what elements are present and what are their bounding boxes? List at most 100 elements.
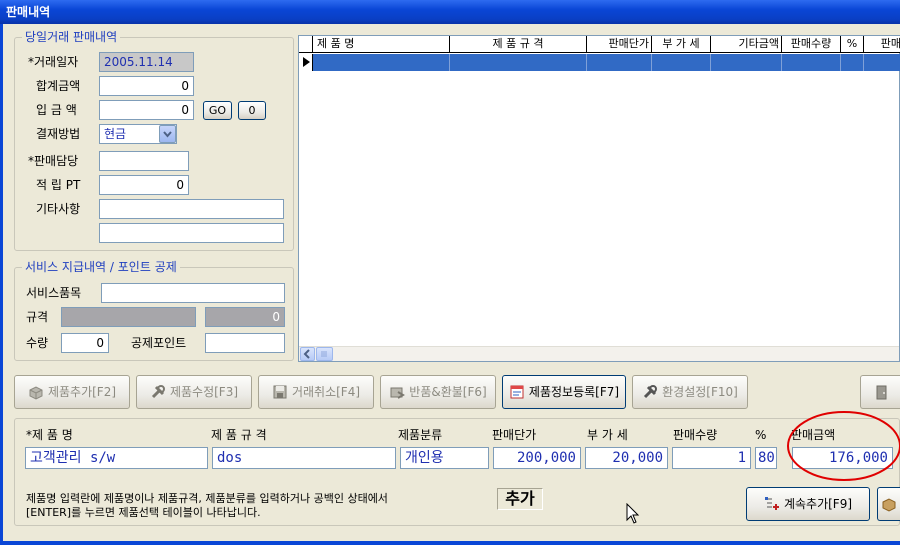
tools-icon [151,385,165,399]
today-sales-legend: 당일거래 판매내역 [22,30,121,44]
entry-help-line-2: [ENTER]를 누르면 제품선택 테이블이 나타납니다. [26,506,261,519]
list-add-icon [764,497,779,510]
exit-button[interactable] [860,375,900,409]
row-cell[interactable] [782,54,841,71]
add-product-button[interactable]: 제품추가[F2] [14,375,130,409]
highlight-ellipse [787,411,900,481]
window-title: 판매내역 [6,5,51,19]
entry-product-spec-input[interactable]: dos [212,447,396,469]
entry-header-vat: 부 가 세 [587,428,628,442]
entry-qty-input[interactable]: 1 [672,447,751,469]
box-add-icon [29,386,43,400]
notes-field-2[interactable] [99,223,284,243]
deduct-points-label: 공제포인트 [131,336,187,350]
window-title-bar: 판매내역 [0,0,900,24]
scroll-left-button[interactable] [300,347,315,361]
product-register-label: 제품정보등록[F7] [528,385,620,399]
row-cell[interactable] [587,54,652,71]
entry-header-spec: 제 품 규 격 [211,428,267,442]
col-other-amount[interactable]: 기타금액 [711,36,782,53]
scroll-thumb[interactable] [316,347,333,361]
service-spec-field [61,307,196,327]
cancel-deal-label: 거래취소[F4] [291,385,361,399]
entry-price-input[interactable]: 200,000 [493,447,581,469]
current-row-arrow-icon [303,57,310,67]
service-item-label: 서비스품목 [26,286,82,300]
product-register-button[interactable]: 제품정보등록[F7] [502,375,626,409]
service-qty-label: 수량 [26,336,49,350]
table-row[interactable] [299,54,900,71]
continue-add-label: 계속추가[F9] [783,497,853,511]
entry-category-input[interactable]: 개인용 [400,447,489,469]
service-spec-label: 규격 [26,310,49,324]
grid-corner [299,36,313,53]
disk-icon [273,385,287,399]
deposit-field[interactable]: 0 [99,100,194,120]
row-cell[interactable] [313,54,450,71]
cancel-deal-button[interactable]: 거래취소[F4] [258,375,374,409]
entry-product-name-input[interactable]: 고객관리 s/w [25,447,208,469]
notes-field-1[interactable] [99,199,284,219]
window-left-border [0,24,3,545]
entry-vat-input[interactable]: 20,000 [585,447,668,469]
entry-mode-label: 추가 [497,488,543,510]
service-item-field[interactable] [101,283,285,303]
sales-grid[interactable]: 제 품 명 제 품 규 격 판매단가 부 가 세 기타금액 판매수량 % 판매 [298,35,900,362]
col-product-spec[interactable]: 제 품 규 격 [450,36,587,53]
partial-box-button[interactable] [877,487,900,521]
grip-icon [321,351,327,357]
date-label: *거래일자 [28,55,79,69]
horizontal-scrollbar[interactable] [299,346,899,361]
deduct-points-field[interactable] [205,333,285,353]
edit-product-button[interactable]: 제품수정[F3] [136,375,252,409]
col-price[interactable]: 판매단가 [587,36,652,53]
date-field[interactable]: 2005.11.14 [99,52,194,72]
notes-label: 기타사항 [36,202,81,216]
settings-label: 환경설정[F10] [662,385,738,399]
row-indicator [299,54,313,71]
return-refund-label: 반품&환불[F6] [409,385,487,399]
col-vat[interactable]: 부 가 세 [652,36,711,53]
add-product-label: 제품추가[F2] [47,385,117,399]
grid-header: 제 품 명 제 품 규 격 판매단가 부 가 세 기타금액 판매수량 % 판매 [299,36,900,53]
entry-header-qty: 판매수량 [673,428,718,442]
service-legend: 서비스 지급내역 / 포인트 공제 [22,260,180,274]
row-cell[interactable] [652,54,711,71]
total-field[interactable]: 0 [99,76,194,96]
entry-header-price: 판매단가 [492,428,537,442]
row-cell[interactable] [841,54,864,71]
entry-header-name: *제 품 명 [26,428,73,442]
register-form-icon [510,385,524,399]
row-cell[interactable] [864,54,900,71]
col-qty[interactable]: 판매수량 [782,36,841,53]
deposit-label: 입 금 액 [36,103,77,117]
return-icon [390,387,406,399]
total-label: 합계금액 [36,79,81,93]
row-cell[interactable] [450,54,587,71]
points-field[interactable]: 0 [99,175,189,195]
payment-label: 결재방법 [36,127,81,141]
col-pct[interactable]: % [841,36,864,53]
staff-field[interactable] [99,151,189,171]
col-amount[interactable]: 판매 [864,36,900,53]
scroll-left-arrow-icon [303,349,310,359]
entry-pct-input[interactable]: 80 [755,447,777,469]
zero-button[interactable]: 0 [238,101,266,120]
continue-add-button[interactable]: 계속추가[F9] [746,487,870,521]
row-cell[interactable] [711,54,782,71]
chevron-down-icon [163,131,172,138]
staff-label: *판매담당 [28,154,79,168]
col-product-name[interactable]: 제 품 명 [313,36,450,53]
return-refund-button[interactable]: 반품&환불[F6] [380,375,496,409]
payment-select-value: 현금 [104,127,127,141]
payment-dropdown-button[interactable] [159,125,176,143]
entry-help-line-1: 제품명 입력란에 제품명이나 제품규격, 제품분류를 입력하거나 공백인 상태에… [26,492,388,505]
settings-button[interactable]: 환경설정[F10] [632,375,748,409]
service-qty-field[interactable]: 0 [61,333,109,353]
go-button[interactable]: GO [203,101,232,120]
mouse-cursor-icon [626,503,640,524]
points-label: 적 립 PT [36,178,81,192]
box-icon [882,498,896,512]
entry-header-category: 제품분류 [398,428,443,442]
window-bottom-border [0,541,900,545]
